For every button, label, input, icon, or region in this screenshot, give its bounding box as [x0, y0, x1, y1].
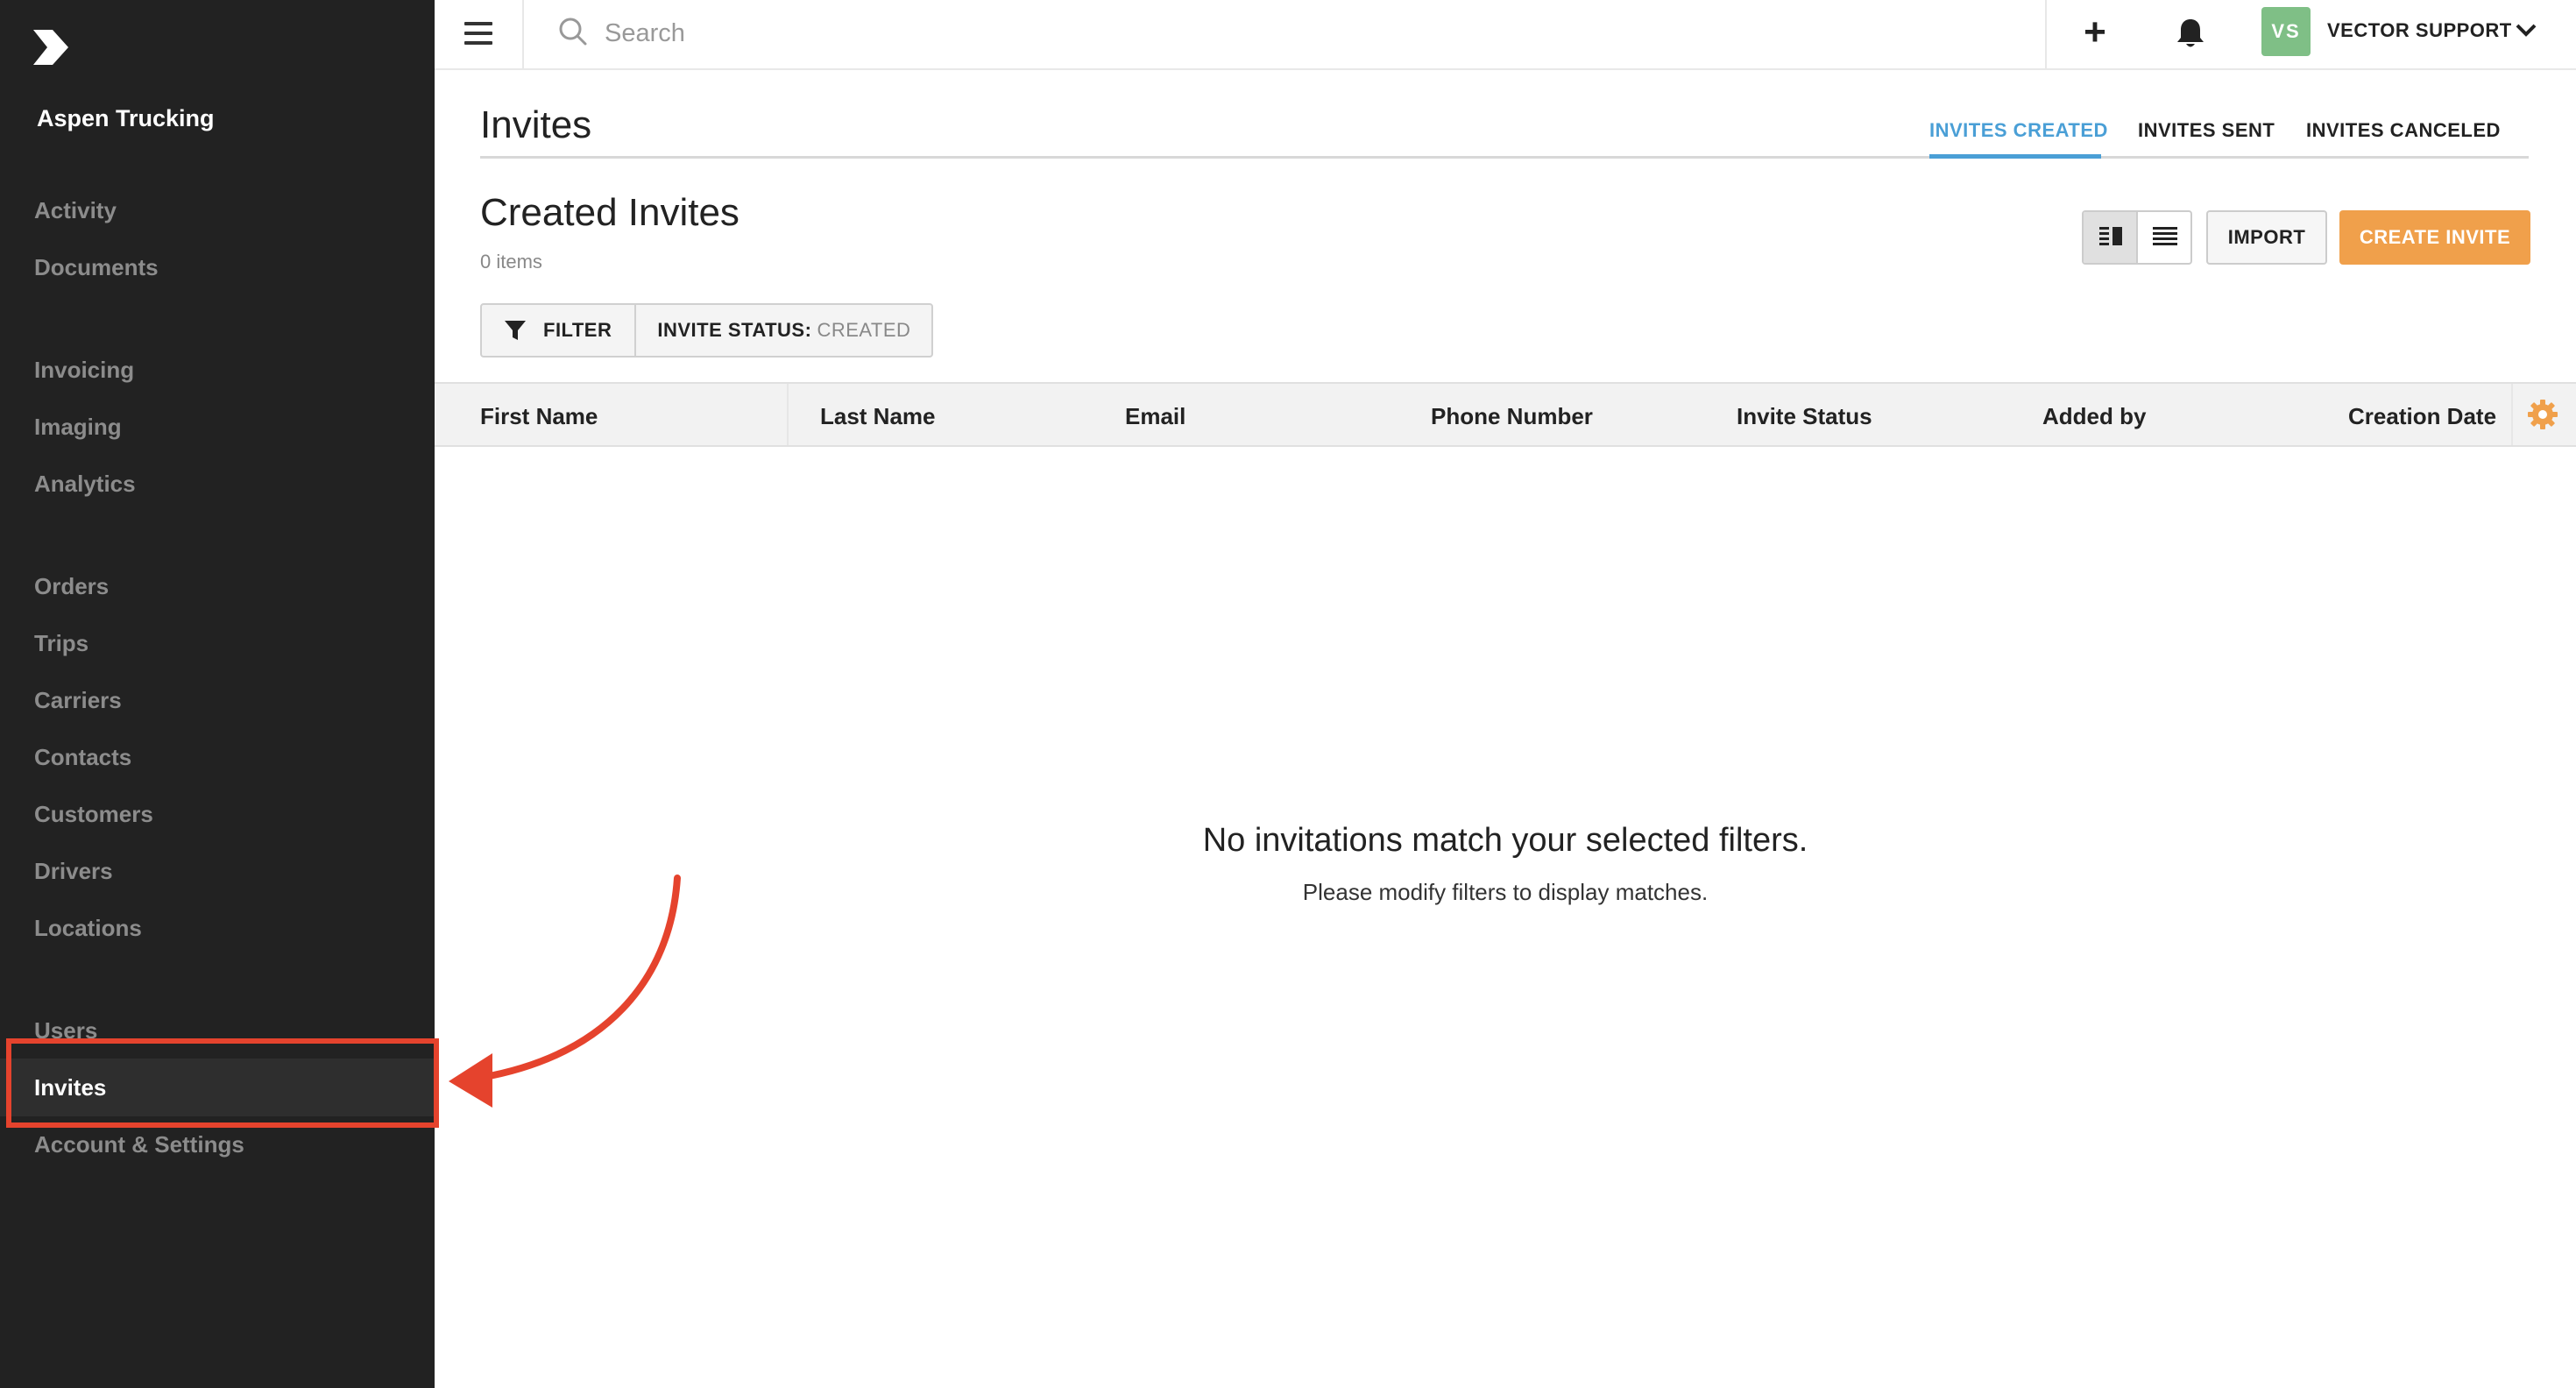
status-value: CREATED: [817, 319, 911, 341]
top-bar: + VS VECTOR SUPPORT: [435, 0, 2576, 70]
section-title: Created Invites: [480, 191, 740, 234]
bell-icon[interactable]: [2173, 16, 2208, 51]
tab-invites-sent[interactable]: INVITES SENT: [2138, 119, 2275, 142]
sidebar-item-drivers[interactable]: Drivers: [0, 842, 435, 900]
sidebar-item-carriers[interactable]: Carriers: [0, 671, 435, 729]
list-view-button[interactable]: [2138, 212, 2190, 263]
sidebar-item-locations[interactable]: Locations: [0, 899, 435, 957]
list-view-icon: [2153, 227, 2177, 245]
sidebar-item-customers[interactable]: Customers: [0, 785, 435, 843]
column-separator: [2511, 384, 2513, 445]
search-icon: [559, 18, 587, 46]
split-view-button[interactable]: [2084, 212, 2138, 263]
filter-bar: FILTER INVITE STATUS: CREATED: [480, 303, 934, 358]
active-tab-indicator: [1929, 154, 2101, 159]
annotation-highlight-box: [6, 1038, 439, 1128]
plus-icon[interactable]: +: [2073, 12, 2117, 56]
split-view-icon: [2099, 227, 2122, 245]
sidebar-item-invoicing[interactable]: Invoicing: [0, 341, 435, 399]
column-last-name[interactable]: Last Name: [820, 403, 936, 430]
sidebar-item-activity[interactable]: Activity: [0, 181, 435, 239]
divider: [522, 0, 524, 70]
empty-state-subtitle: Please modify filters to display matches…: [1302, 879, 1709, 905]
empty-state-title: No invitations match your selected filte…: [1202, 822, 1808, 859]
import-button[interactable]: IMPORT: [2206, 210, 2327, 265]
items-count: 0 items: [480, 251, 542, 273]
status-label: INVITE STATUS:: [657, 319, 812, 341]
column-invite-status[interactable]: Invite Status: [1737, 403, 1872, 430]
logo-icon[interactable]: [30, 26, 72, 68]
gear-icon[interactable]: [2527, 399, 2558, 430]
tab-invites-canceled[interactable]: INVITES CANCELED: [2306, 119, 2501, 142]
avatar[interactable]: VS: [2261, 7, 2311, 56]
filter-label: FILTER: [543, 319, 612, 341]
sidebar: Aspen Trucking Activity Documents Invoic…: [0, 0, 435, 1388]
table-header: First Name Last Name Email Phone Number …: [435, 382, 2576, 447]
filter-icon: [505, 321, 526, 340]
view-toggle: [2082, 210, 2192, 265]
column-first-name[interactable]: First Name: [480, 403, 598, 430]
column-creation-date[interactable]: Creation Date: [2348, 403, 2496, 430]
menu-icon[interactable]: [464, 22, 492, 45]
company-name: Aspen Trucking: [37, 105, 215, 131]
create-invite-button[interactable]: CREATE INVITE: [2339, 210, 2530, 265]
sidebar-item-orders[interactable]: Orders: [0, 557, 435, 615]
sidebar-item-documents[interactable]: Documents: [0, 238, 435, 296]
column-separator: [787, 384, 789, 445]
filter-button[interactable]: FILTER: [482, 305, 637, 356]
chevron-down-icon[interactable]: [2515, 21, 2537, 39]
sidebar-item-trips[interactable]: Trips: [0, 614, 435, 672]
column-added-by[interactable]: Added by: [2042, 403, 2146, 430]
column-email[interactable]: Email: [1125, 403, 1185, 430]
user-name[interactable]: VECTOR SUPPORT: [2327, 19, 2512, 42]
sidebar-item-imaging[interactable]: Imaging: [0, 398, 435, 456]
tabs-divider: [480, 156, 2529, 159]
invite-status-chip[interactable]: INVITE STATUS: CREATED: [636, 305, 931, 356]
column-phone-number[interactable]: Phone Number: [1431, 403, 1593, 430]
page-title: Invites: [480, 103, 592, 146]
sidebar-item-contacts[interactable]: Contacts: [0, 728, 435, 786]
search-input[interactable]: [605, 14, 1831, 53]
divider: [2045, 0, 2047, 70]
tab-invites-created[interactable]: INVITES CREATED: [1929, 119, 2108, 142]
sidebar-item-analytics[interactable]: Analytics: [0, 455, 435, 513]
